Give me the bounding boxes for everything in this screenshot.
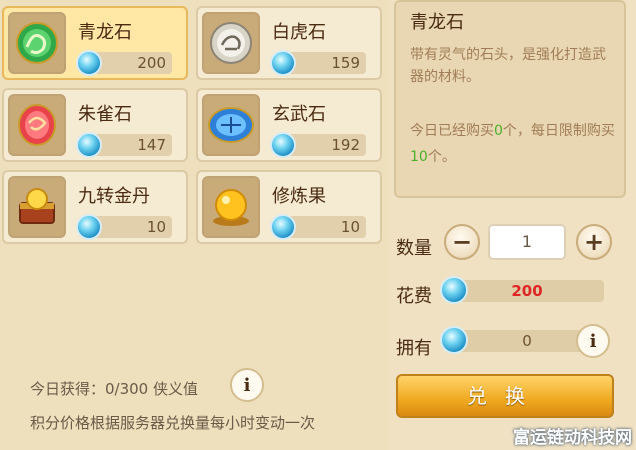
- item-icon-frame: [202, 176, 260, 238]
- cost-label: 花费: [396, 286, 432, 307]
- currency-gem-icon: [76, 132, 102, 158]
- shop-item-golden-elixir[interactable]: 九转金丹 10: [2, 170, 188, 244]
- item-name: 九转金丹: [78, 186, 150, 207]
- decrease-quantity-button[interactable]: −: [444, 224, 480, 260]
- item-icon-frame: [8, 12, 66, 74]
- currency-gem-icon: [440, 326, 468, 354]
- daily-earned-status: 今日获得：0/300 侠义值: [30, 380, 198, 398]
- item-icon-frame: [8, 176, 66, 238]
- quantity-label: 数量: [396, 238, 432, 259]
- increase-quantity-button[interactable]: +: [576, 224, 612, 260]
- limit-max-count: 10: [410, 149, 428, 165]
- item-icon-frame: [202, 12, 260, 74]
- limit-bought-count: 0: [494, 123, 503, 139]
- item-name: 青龙石: [78, 22, 132, 43]
- green-dragon-stone-icon: [16, 22, 58, 64]
- limit-mid: 个，每日限制购买: [502, 123, 615, 139]
- owned-label: 拥有: [396, 338, 432, 359]
- currency-gem-icon: [440, 276, 468, 304]
- cost-value: 200: [450, 280, 604, 302]
- watermark-text: 富运链动科技网: [513, 428, 632, 448]
- item-icon-frame: [202, 94, 260, 156]
- limit-suffix: 个。: [427, 149, 456, 165]
- shop-item-white-tiger-stone[interactable]: 白虎石 159: [196, 6, 382, 80]
- item-name: 白虎石: [272, 22, 326, 43]
- cultivation-fruit-icon: [213, 189, 249, 226]
- item-name: 修炼果: [272, 186, 326, 207]
- shop-item-black-tortoise-stone[interactable]: 玄武石 192: [196, 88, 382, 162]
- detail-description: 带有灵气的石头，是强化打造武器的材料。: [410, 47, 606, 85]
- exchange-button[interactable]: 兑换: [396, 374, 614, 418]
- item-name: 朱雀石: [78, 104, 132, 125]
- shop-item-cultivation-fruit[interactable]: 修炼果 10: [196, 170, 382, 244]
- item-icon-frame: [8, 94, 66, 156]
- limit-prefix: 今日已经购买: [410, 123, 494, 139]
- quantity-input[interactable]: 1: [488, 224, 566, 260]
- owned-info-button[interactable]: i: [576, 324, 610, 358]
- currency-gem-icon: [270, 50, 296, 76]
- item-name: 玄武石: [272, 104, 326, 125]
- vermilion-bird-stone-icon: [18, 104, 56, 146]
- currency-gem-icon: [76, 50, 102, 76]
- earned-info-button[interactable]: i: [230, 368, 264, 402]
- purchase-panel: 青龙石 带有灵气的石头，是强化打造武器的材料。 今日已经购买0个，每日限制购买 1…: [388, 0, 636, 450]
- shop-item-green-dragon-stone[interactable]: 青龙石 200: [2, 6, 188, 80]
- item-detail-box: 青龙石 带有灵气的石头，是强化打造武器的材料。 今日已经购买0个，每日限制购买 1…: [394, 0, 626, 198]
- currency-gem-icon: [270, 214, 296, 240]
- price-change-note: 积分价格根据服务器兑换量每小时变动一次: [30, 414, 316, 432]
- detail-purchase-limit: 今日已经购买0个，每日限制购买 10个。: [410, 118, 616, 170]
- detail-title: 青龙石: [410, 12, 464, 33]
- golden-elixir-chest-icon: [19, 188, 55, 224]
- shop-item-panel: 青龙石 200 白虎石 159 朱雀石 147 玄武石 192 九转金丹 10 …: [0, 0, 388, 450]
- currency-gem-icon: [76, 214, 102, 240]
- white-tiger-stone-icon: [210, 22, 252, 64]
- black-tortoise-stone-icon: [208, 107, 254, 143]
- shop-item-vermilion-bird-stone[interactable]: 朱雀石 147: [2, 88, 188, 162]
- currency-gem-icon: [270, 132, 296, 158]
